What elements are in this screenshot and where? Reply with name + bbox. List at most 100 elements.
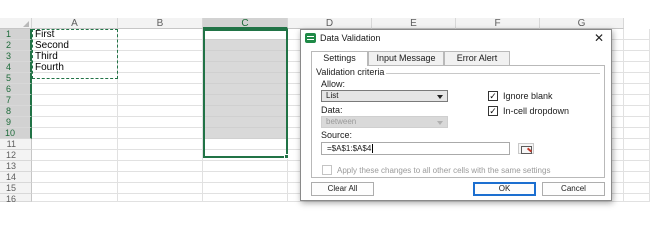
row-header-10[interactable]: 10 — [0, 128, 32, 139]
collapse-dialog-range-icon[interactable] — [518, 143, 534, 154]
column-header-g[interactable]: G — [540, 18, 624, 29]
grid-cell[interactable] — [624, 106, 650, 117]
grid-cell[interactable] — [118, 161, 203, 172]
grid-cell[interactable] — [118, 40, 203, 51]
row-header-7[interactable]: 7 — [0, 95, 32, 106]
column-header-a[interactable]: A — [32, 18, 118, 29]
grid-cell[interactable] — [203, 128, 288, 139]
row-header-8[interactable]: 8 — [0, 106, 32, 117]
grid-cell[interactable] — [203, 183, 288, 194]
apply-all-checkbox[interactable] — [322, 165, 332, 175]
dialog-titlebar[interactable]: Data Validation ✕ — [301, 30, 611, 47]
grid-cell[interactable] — [118, 172, 203, 183]
grid-cell[interactable] — [203, 73, 288, 84]
row-header-14[interactable]: 14 — [0, 172, 32, 183]
grid-cell[interactable] — [624, 40, 650, 51]
grid-cell[interactable] — [118, 106, 203, 117]
row-header-9[interactable]: 9 — [0, 117, 32, 128]
grid-cell[interactable] — [624, 51, 650, 62]
tab-settings[interactable]: Settings — [311, 51, 368, 66]
grid-cell[interactable] — [203, 106, 288, 117]
select-all-corner[interactable] — [0, 18, 32, 29]
grid-cell[interactable] — [624, 172, 650, 183]
cancel-button[interactable]: Cancel — [542, 182, 605, 196]
grid-cell[interactable] — [118, 73, 203, 84]
grid-cell[interactable] — [118, 150, 203, 161]
grid-cell[interactable] — [203, 150, 288, 161]
grid-cell[interactable] — [118, 84, 203, 95]
clear-all-button[interactable]: Clear All — [311, 182, 374, 196]
grid-cell[interactable] — [624, 117, 650, 128]
column-header-c[interactable]: C — [203, 18, 288, 29]
grid-cell[interactable] — [624, 29, 650, 40]
source-input[interactable]: =$A$1:$A$4 — [321, 142, 510, 155]
column-header-d[interactable]: D — [288, 18, 372, 29]
row-header-16[interactable]: 16 — [0, 194, 32, 204]
cell-a4[interactable]: Fourth — [32, 62, 118, 73]
grid-cell[interactable] — [32, 84, 118, 95]
row-header-6[interactable]: 6 — [0, 84, 32, 95]
grid-cell[interactable] — [118, 117, 203, 128]
grid-cell[interactable] — [624, 194, 650, 202]
row-header-5[interactable]: 5 — [0, 73, 32, 84]
grid-cell[interactable] — [203, 117, 288, 128]
cell-a3[interactable]: Third — [32, 51, 118, 62]
grid-cell[interactable] — [118, 194, 203, 202]
in-cell-dropdown-checkbox[interactable]: ✓ — [488, 106, 498, 116]
grid-cell[interactable] — [624, 139, 650, 150]
grid-cell[interactable] — [203, 62, 288, 73]
grid-cell[interactable] — [32, 95, 118, 106]
row-header-11[interactable]: 11 — [0, 139, 32, 150]
grid-cell[interactable] — [203, 139, 288, 150]
cell-a1[interactable]: First — [32, 29, 118, 40]
tab-error-alert[interactable]: Error Alert — [444, 51, 510, 65]
grid-cell[interactable] — [624, 95, 650, 106]
grid-cell[interactable] — [118, 95, 203, 106]
column-header-b[interactable]: B — [118, 18, 203, 29]
grid-cell[interactable] — [624, 84, 650, 95]
grid-cell[interactable] — [118, 51, 203, 62]
grid-cell[interactable] — [203, 40, 288, 51]
grid-cell[interactable] — [624, 128, 650, 139]
grid-cell[interactable] — [624, 62, 650, 73]
grid-cell[interactable] — [203, 95, 288, 106]
row-header-13[interactable]: 13 — [0, 161, 32, 172]
close-icon[interactable]: ✕ — [592, 31, 606, 45]
data-select[interactable]: between — [321, 116, 448, 128]
grid-cell[interactable] — [624, 183, 650, 194]
grid-cell[interactable] — [32, 117, 118, 128]
cell-a2[interactable]: Second — [32, 40, 118, 51]
column-header-f[interactable]: F — [456, 18, 540, 29]
fill-handle[interactable] — [284, 154, 289, 159]
row-header-2[interactable]: 2 — [0, 40, 32, 51]
grid-cell[interactable] — [32, 128, 118, 139]
grid-cell[interactable] — [624, 161, 650, 172]
grid-cell[interactable] — [118, 128, 203, 139]
grid-cell[interactable] — [203, 194, 288, 202]
grid-cell[interactable] — [32, 161, 118, 172]
grid-cell[interactable] — [32, 183, 118, 194]
grid-cell[interactable] — [203, 29, 288, 40]
grid-cell[interactable] — [118, 29, 203, 40]
grid-cell[interactable] — [203, 172, 288, 183]
ignore-blank-checkbox[interactable]: ✓ — [488, 91, 498, 101]
grid-cell[interactable] — [118, 139, 203, 150]
row-header-3[interactable]: 3 — [0, 51, 32, 62]
row-header-15[interactable]: 15 — [0, 183, 32, 194]
grid-cell[interactable] — [32, 139, 118, 150]
grid-cell[interactable] — [32, 194, 118, 202]
grid-cell[interactable] — [32, 172, 118, 183]
allow-select[interactable]: List — [321, 90, 448, 102]
grid-cell[interactable] — [624, 150, 650, 161]
row-header-1[interactable]: 1 — [0, 29, 32, 40]
row-header-12[interactable]: 12 — [0, 150, 32, 161]
row-header-4[interactable]: 4 — [0, 62, 32, 73]
grid-cell[interactable] — [32, 150, 118, 161]
grid-cell[interactable] — [32, 106, 118, 117]
grid-cell[interactable] — [118, 62, 203, 73]
grid-cell[interactable] — [118, 183, 203, 194]
grid-cell[interactable] — [32, 73, 118, 84]
grid-cell[interactable] — [203, 84, 288, 95]
grid-cell[interactable] — [203, 51, 288, 62]
grid-cell[interactable] — [624, 73, 650, 84]
